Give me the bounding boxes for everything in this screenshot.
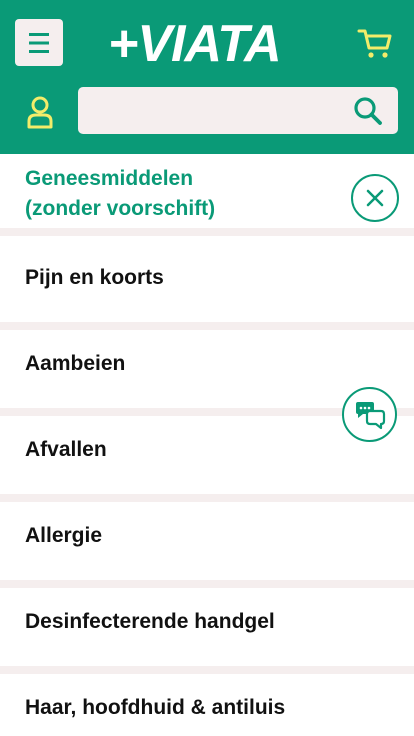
search-input[interactable] [78, 87, 338, 134]
category-header: Geneesmiddelen (zonder voorschift) [0, 154, 414, 236]
category-list: Pijn en koorts Aambeien Afvallen Allergi… [0, 244, 414, 736]
category-item-allergie[interactable]: Allergie [0, 502, 414, 588]
close-icon [366, 189, 384, 207]
user-icon [27, 96, 53, 129]
site-header: +VIATA [0, 0, 414, 154]
category-title-line1: Geneesmiddelen [25, 167, 194, 190]
category-item-label: Aambeien [25, 352, 126, 375]
category-item-label: Allergie [25, 524, 103, 547]
shopping-cart-icon [357, 29, 392, 58]
category-item-label: Desinfecterende handgel [25, 610, 275, 633]
category-item-pijn-en-koorts[interactable]: Pijn en koorts [0, 244, 414, 330]
search-icon [354, 97, 382, 125]
account-button[interactable] [20, 91, 60, 133]
category-title-line2: (zonder voorschift) [25, 197, 216, 220]
category-item-label: Afvallen [25, 438, 107, 461]
search-bar [78, 87, 398, 134]
category-item-desinfecterende-handgel[interactable]: Desinfecterende handgel [0, 588, 414, 674]
search-button[interactable] [350, 94, 386, 128]
menu-button[interactable] [15, 19, 63, 66]
hamburger-menu-icon [29, 32, 49, 53]
viata-logo[interactable]: +VIATA [108, 14, 308, 74]
chat-button[interactable] [342, 387, 397, 442]
category-item-label: Haar, hoofdhuid & antiluis [25, 696, 286, 719]
category-item-label: Pijn en koorts [25, 266, 164, 289]
chat-bubbles-icon [355, 401, 385, 429]
category-title: Geneesmiddelen (zonder voorschift) [25, 164, 325, 224]
category-item-haar-hoofdhuid-antiluis[interactable]: Haar, hoofdhuid & antiluis [0, 674, 414, 736]
cart-button[interactable] [354, 24, 396, 64]
close-button[interactable] [351, 174, 399, 222]
